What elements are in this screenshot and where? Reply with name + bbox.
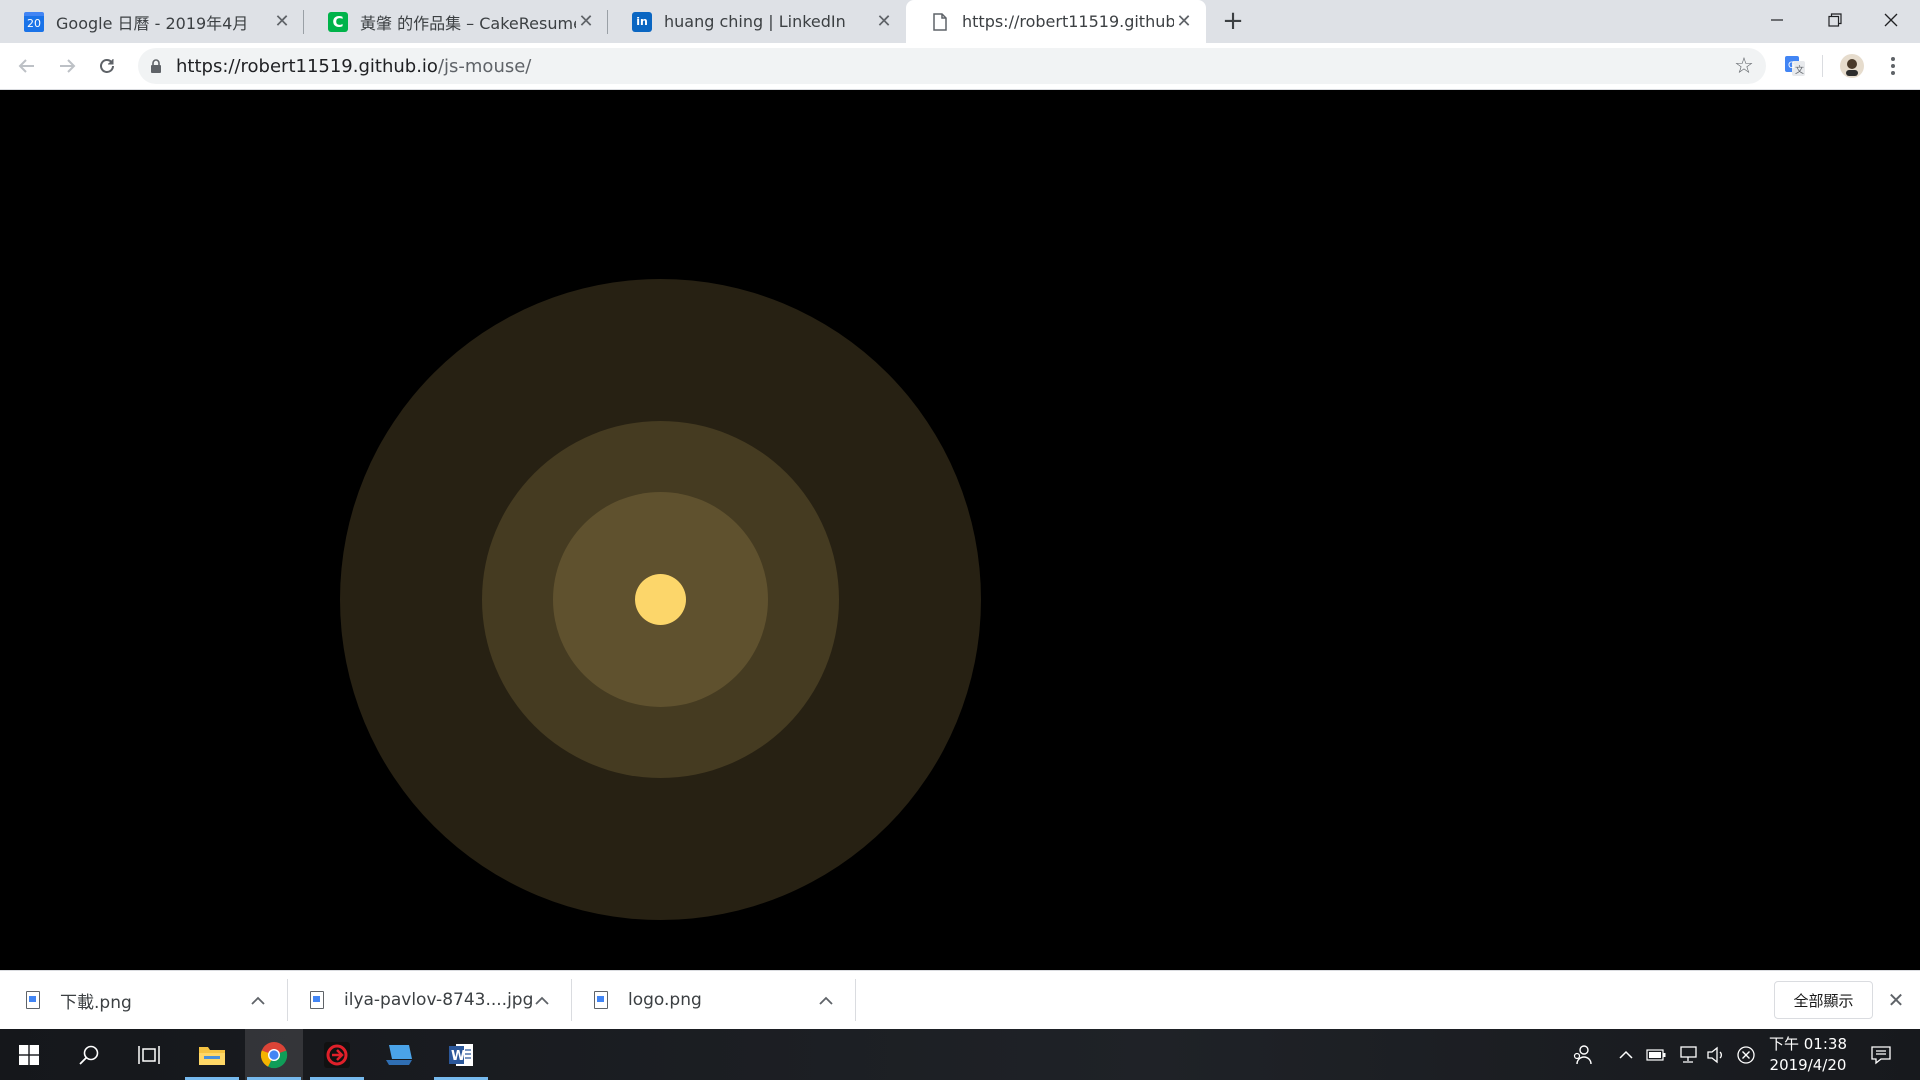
reload-icon (100, 59, 114, 73)
clock-time: 下午 01:38 (1769, 1035, 1847, 1053)
svg-text:W: W (451, 1049, 465, 1064)
windows-taskbar: W 下午 01:38 2019/4/20 (0, 1029, 1920, 1080)
svg-text:文: 文 (1795, 64, 1804, 76)
garena-icon[interactable] (308, 1029, 366, 1080)
cursor-dot (635, 574, 686, 625)
minimize-button[interactable] (1748, 0, 1806, 40)
google-calendar-icon: 20 (24, 11, 44, 32)
close-icon[interactable]: ✕ (1174, 11, 1194, 32)
restore-icon (1828, 13, 1842, 27)
minimize-icon (1771, 19, 1783, 21)
chevron-up-icon[interactable] (530, 988, 554, 1012)
cakeresume-icon: C (328, 11, 348, 32)
tab-cakeresume[interactable]: C 黃肇 的作品集 – CakeResume ✕ (304, 0, 608, 43)
profile-avatar[interactable] (1837, 51, 1867, 81)
search-icon[interactable] (60, 1029, 118, 1080)
shelf-divider (855, 979, 856, 1021)
svg-text:G: G (1788, 61, 1795, 71)
image-file-icon (594, 991, 608, 1009)
download-item[interactable]: ilya-pavlov-8743....jpg (310, 971, 572, 1029)
toolbar-divider (1822, 55, 1823, 77)
close-icon[interactable]: ✕ (272, 11, 292, 32)
tab-strip: 20 Google 日曆 - 2019年4月 ✕ C 黃肇 的作品集 – Cak… (0, 0, 1920, 43)
tab-js-mouse[interactable]: https://robert11519.github.io/j ✕ (906, 0, 1206, 43)
show-all-button[interactable]: 全部顯示 (1774, 981, 1873, 1019)
close-icon (1884, 13, 1898, 27)
task-view-icon[interactable] (120, 1029, 178, 1080)
volume-icon[interactable] (1704, 1029, 1728, 1080)
page-icon (930, 12, 950, 32)
url-path: /js-mouse/ (437, 55, 532, 77)
arrow-right-icon (60, 59, 76, 73)
linkedin-icon: in (632, 11, 652, 32)
people-icon[interactable] (1568, 1029, 1598, 1080)
system-clock[interactable]: 下午 01:38 2019/4/20 (1760, 1034, 1856, 1076)
bookmark-star-icon[interactable]: ☆ (1732, 54, 1756, 79)
window-close-button[interactable] (1862, 0, 1920, 40)
page-canvas[interactable] (0, 90, 1920, 970)
tab-title: https://robert11519.github.io/j (962, 12, 1174, 31)
laptop-app-icon[interactable] (370, 1029, 428, 1080)
image-file-icon (310, 991, 324, 1009)
file-explorer-icon[interactable] (183, 1029, 241, 1080)
tab-title: 黃肇 的作品集 – CakeResume (360, 13, 576, 33)
tab-google-calendar[interactable]: 20 Google 日曆 - 2019年4月 ✕ (0, 0, 304, 43)
lock-icon (150, 59, 162, 73)
chevron-up-icon[interactable] (814, 988, 838, 1012)
browser-toolbar: https://robert11519.github.io/js-mouse/ … (0, 43, 1920, 90)
download-item[interactable]: logo.png (594, 971, 856, 1029)
download-item[interactable]: 下載.png (26, 971, 288, 1029)
chrome-icon[interactable] (245, 1029, 303, 1080)
arrow-left-icon (18, 59, 34, 73)
image-file-icon (26, 991, 40, 1009)
reload-button[interactable] (90, 49, 124, 83)
word-icon[interactable]: W (432, 1029, 490, 1080)
restore-button[interactable] (1806, 0, 1864, 40)
warning-circle-icon[interactable] (1734, 1029, 1758, 1080)
shelf-divider (287, 979, 288, 1021)
new-tab-button[interactable]: + (1218, 6, 1248, 36)
download-filename: 下載.png (60, 992, 132, 1013)
close-icon[interactable]: ✕ (874, 11, 894, 32)
download-filename: ilya-pavlov-8743....jpg (344, 990, 534, 1010)
url-host: https://robert11519.github.io (176, 55, 438, 77)
back-button[interactable] (10, 49, 44, 83)
tab-title: Google 日曆 - 2019年4月 (56, 13, 249, 33)
windows-start-icon[interactable] (0, 1029, 58, 1080)
download-filename: logo.png (628, 990, 702, 1010)
close-icon[interactable]: ✕ (576, 11, 596, 32)
forward-button[interactable] (50, 49, 84, 83)
battery-icon[interactable] (1644, 1029, 1668, 1080)
clock-date: 2019/4/20 (1769, 1056, 1847, 1074)
network-icon[interactable] (1676, 1029, 1700, 1080)
close-icon[interactable]: ✕ (1883, 987, 1909, 1013)
url-text[interactable]: https://robert11519.github.io/js-mouse/ (176, 56, 531, 77)
chevron-up-icon[interactable] (1614, 1029, 1638, 1080)
notification-center-icon[interactable] (1866, 1029, 1896, 1080)
google-translate-icon[interactable]: G文 (1780, 51, 1810, 81)
download-shelf: 下載.png ilya-pavlov-8743....jpg logo.png … (0, 970, 1920, 1029)
menu-kebab-icon[interactable] (1878, 51, 1908, 81)
tab-title: huang ching | LinkedIn (664, 12, 846, 31)
tab-linkedin[interactable]: in huang ching | LinkedIn ✕ (608, 0, 906, 43)
chevron-up-icon[interactable] (246, 988, 270, 1012)
address-bar[interactable]: https://robert11519.github.io/js-mouse/ … (138, 48, 1766, 84)
shelf-divider (571, 979, 572, 1021)
